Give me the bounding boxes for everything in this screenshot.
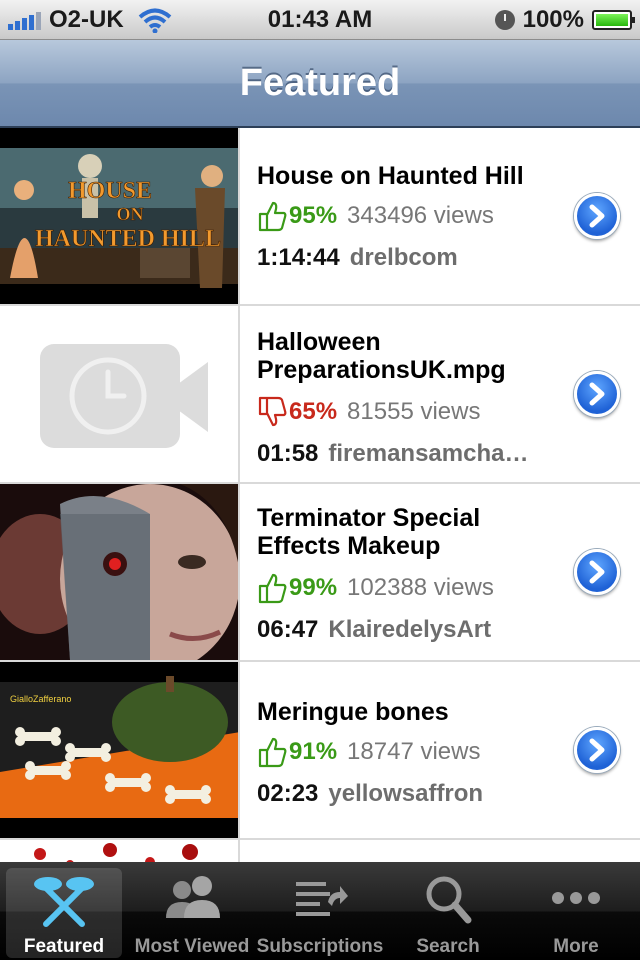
wifi-icon: [138, 8, 171, 33]
signal-strength-icon: [8, 10, 41, 30]
video-row[interactable]: [0, 840, 640, 862]
rating-percentage: 91%: [289, 738, 338, 765]
svg-text:ON: ON: [117, 204, 144, 224]
video-thumbnail[interactable]: [0, 484, 240, 660]
thumbs-down-icon: [258, 396, 287, 427]
view-count: 18747 views: [347, 738, 481, 765]
alarm-clock-icon: [494, 10, 515, 30]
battery-icon: [592, 10, 635, 30]
tab-featured[interactable]: Featured: [0, 862, 128, 960]
battery-percentage: 100%: [522, 6, 584, 33]
rating-percentage: 65%: [289, 398, 338, 425]
meringue-bones-image: GialloZafferano: [0, 662, 238, 838]
gialloferrano-watermark: GialloZafferano: [10, 694, 71, 704]
thumbs-up-icon: [258, 573, 287, 604]
status-bar: 01:43 AM O2-UK 100%: [0, 0, 640, 40]
page-title: Featured: [239, 61, 401, 104]
disclosure-button[interactable]: [574, 727, 620, 773]
video-row[interactable]: HOUSE ON HAUNTED HILL House on Haunted H…: [0, 128, 640, 306]
video-duration: 1:14:44: [257, 244, 340, 271]
video-row[interactable]: Halloween PreparationsUK.mpg 65% 81555 v…: [0, 306, 640, 484]
svg-text:HOUSE: HOUSE: [68, 178, 152, 204]
video-author: firemansamcha…: [328, 440, 529, 467]
disclosure-button[interactable]: [574, 549, 620, 595]
view-count: 81555 views: [347, 398, 481, 425]
video-row[interactable]: Terminator Special Effects Makeup 99% 10…: [0, 484, 640, 662]
video-camera-placeholder-icon: [40, 344, 208, 448]
video-title: Meringue bones: [257, 698, 449, 726]
video-author: KlairedelysArt: [328, 616, 492, 643]
video-duration: 06:47: [257, 616, 319, 643]
video-duration: 01:58: [257, 440, 319, 467]
view-count: 102388 views: [347, 574, 494, 601]
chevron-right-icon: [589, 204, 605, 228]
tab-bar: Featured Most Viewed Subscriptions Searc…: [0, 862, 640, 960]
video-author: drelbcom: [349, 244, 458, 271]
chevron-right-icon: [589, 382, 605, 406]
tab-label: More: [553, 936, 599, 957]
rating-percentage: 99%: [289, 574, 338, 601]
video-thumbnail[interactable]: [0, 306, 240, 482]
tab-most-viewed[interactable]: Most Viewed: [128, 862, 256, 960]
video-thumbnail[interactable]: GialloZafferano: [0, 662, 240, 838]
cyborg-makeup-image: [0, 484, 238, 660]
thumbs-up-icon: [258, 737, 287, 768]
video-title: Halloween PreparationsUK.mpg: [257, 328, 506, 384]
tab-subscriptions[interactable]: Subscriptions: [256, 862, 384, 960]
rating-percentage: 95%: [289, 202, 338, 229]
svg-text:HAUNTED HILL: HAUNTED HILL: [35, 226, 221, 252]
more-dots-icon: [552, 892, 600, 904]
video-thumbnail[interactable]: [0, 840, 240, 862]
tab-label: Subscriptions: [256, 936, 384, 957]
subscriptions-icon: [296, 882, 348, 916]
tab-label: Search: [416, 936, 480, 957]
blood-splatter-image: [34, 843, 198, 862]
thumbs-up-icon: [258, 201, 287, 232]
disclosure-button[interactable]: [574, 371, 620, 417]
chevron-right-icon: [589, 738, 605, 762]
disclosure-button[interactable]: [574, 193, 620, 239]
navigation-bar: Featured: [0, 40, 640, 128]
people-icon: [166, 876, 220, 918]
tab-search[interactable]: Search: [384, 862, 512, 960]
video-title: Terminator Special Effects Makeup: [257, 504, 481, 560]
view-count: 343496 views: [347, 202, 494, 229]
carrier-name: O2-UK: [49, 6, 124, 33]
video-row[interactable]: GialloZafferano Meringue bones 91% 18747…: [0, 662, 640, 840]
video-thumbnail[interactable]: HOUSE ON HAUNTED HILL: [0, 128, 240, 304]
chevron-right-icon: [589, 560, 605, 584]
tab-label: Featured: [23, 936, 105, 957]
featured-x-icon: [34, 877, 94, 927]
search-icon: [426, 876, 472, 924]
tab-label: Most Viewed: [134, 936, 250, 957]
video-author: yellowsaffron: [328, 780, 484, 807]
house-poster-image: HOUSE ON HAUNTED HILL: [0, 148, 238, 288]
video-list[interactable]: HOUSE ON HAUNTED HILL House on Haunted H…: [0, 128, 640, 862]
video-title: House on Haunted Hill: [257, 162, 524, 190]
video-duration: 02:23: [257, 780, 319, 807]
tab-more[interactable]: More: [512, 862, 640, 960]
